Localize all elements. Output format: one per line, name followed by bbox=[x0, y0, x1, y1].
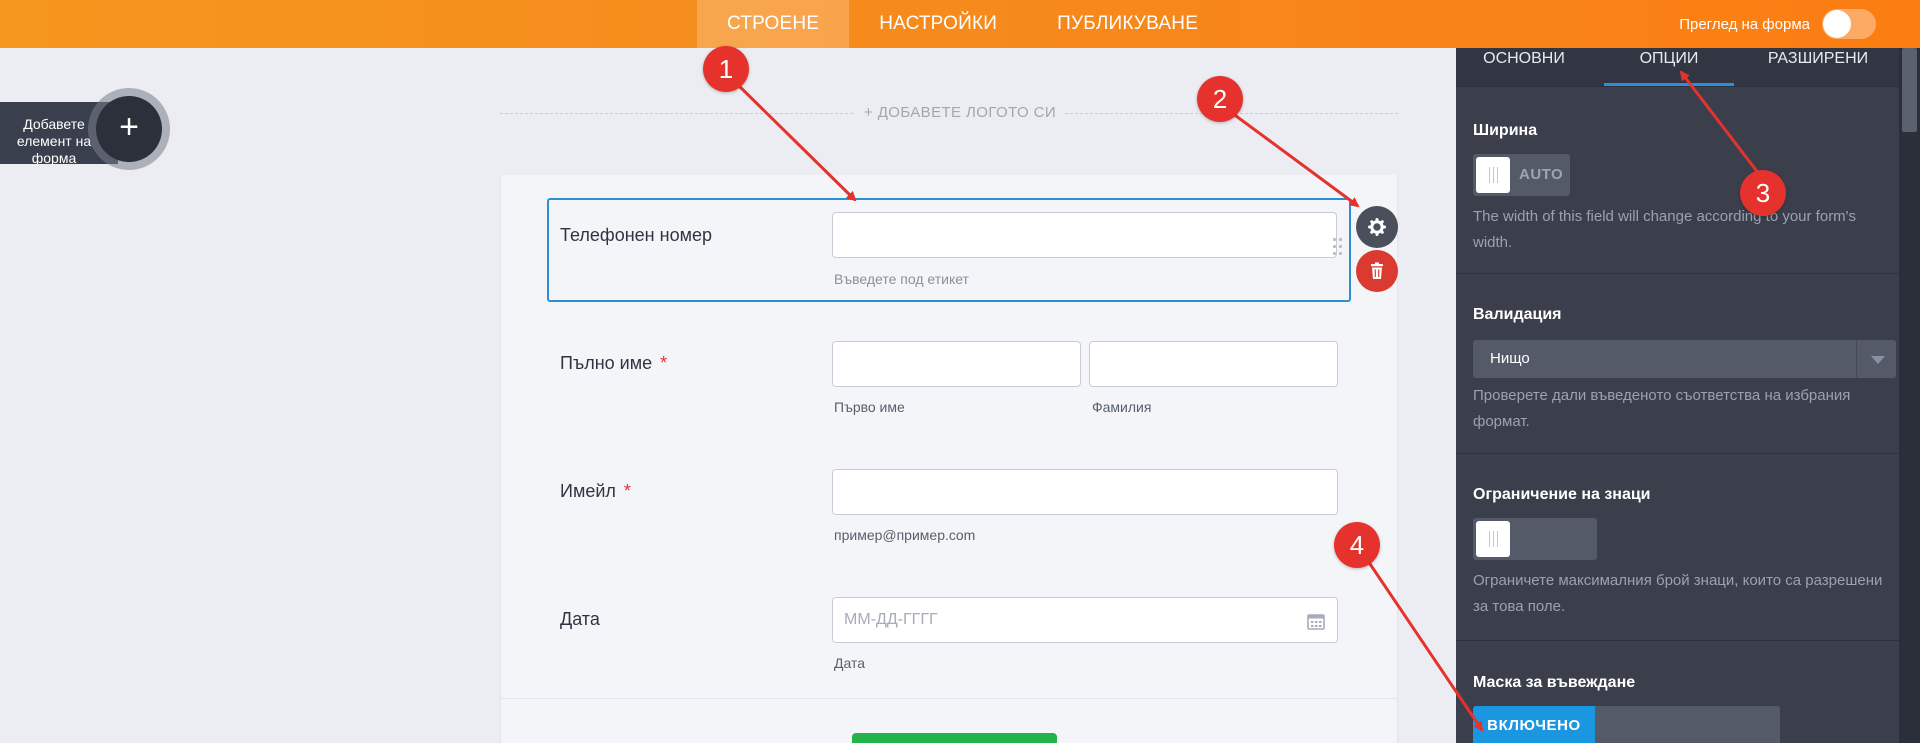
annotation-arrow-1 bbox=[733, 80, 857, 202]
annotation-badge-1: 1 bbox=[703, 46, 749, 92]
annotation-arrow-3 bbox=[1679, 70, 1764, 179]
annotation-arrow-4 bbox=[1366, 560, 1484, 732]
annotation-badge-4: 4 bbox=[1334, 522, 1380, 568]
annotation-badge-3: 3 bbox=[1740, 170, 1786, 216]
annotation-arrow-2 bbox=[1231, 111, 1360, 208]
annotation-badge-2: 2 bbox=[1197, 76, 1243, 122]
annotation-arrows bbox=[733, 70, 1764, 732]
